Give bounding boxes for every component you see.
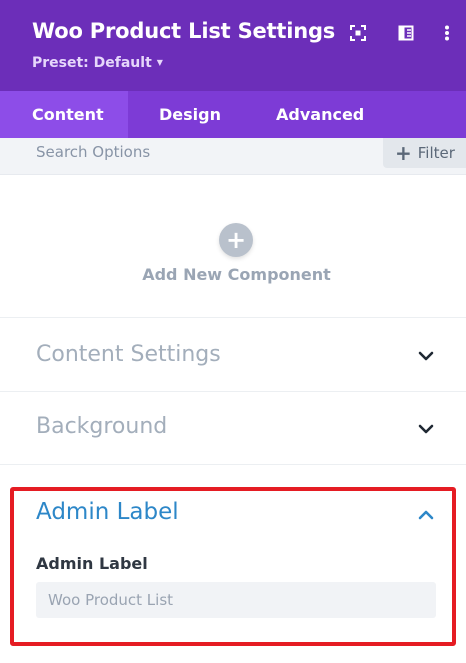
add-component-label[interactable]: Add New Component bbox=[0, 265, 466, 284]
admin-label-input[interactable] bbox=[36, 582, 436, 618]
settings-header: Woo Product List Settings Preset: Defaul… bbox=[0, 0, 466, 91]
add-component-area: + Add New Component bbox=[0, 175, 466, 318]
plus-icon: + bbox=[395, 141, 412, 165]
section-content-settings[interactable]: Content Settings bbox=[0, 319, 466, 392]
caret-down-icon: ▼ bbox=[156, 58, 163, 67]
search-input[interactable] bbox=[0, 138, 370, 166]
filter-button[interactable]: + Filter bbox=[383, 138, 466, 168]
chevron-down-icon bbox=[418, 351, 434, 361]
tab-design[interactable]: Design bbox=[159, 91, 221, 138]
filter-label: Filter bbox=[417, 144, 455, 162]
admin-label-field-label: Admin Label bbox=[36, 554, 148, 573]
preset-dropdown[interactable]: Preset: Default ▼ bbox=[32, 55, 163, 71]
focus-icon[interactable] bbox=[348, 23, 368, 43]
modal-title: Woo Product List Settings bbox=[32, 19, 336, 43]
section-title: Content Settings bbox=[36, 342, 221, 367]
preset-label: Preset: Default bbox=[32, 55, 152, 71]
tab-bar: Content Design Advanced bbox=[0, 91, 466, 138]
section-admin-label: Admin Label Admin Label bbox=[10, 487, 456, 646]
section-title: Background bbox=[36, 414, 168, 439]
chevron-down-icon bbox=[418, 424, 434, 434]
more-vertical-icon[interactable] bbox=[437, 23, 457, 43]
search-bar: + Filter bbox=[0, 138, 466, 175]
tab-content[interactable]: Content bbox=[0, 91, 128, 138]
add-component-button[interactable]: + bbox=[219, 223, 253, 257]
tab-advanced[interactable]: Advanced bbox=[276, 91, 364, 138]
section-title[interactable]: Admin Label bbox=[36, 499, 179, 525]
chevron-up-icon[interactable] bbox=[417, 509, 435, 521]
section-background[interactable]: Background bbox=[0, 392, 466, 465]
sidebar-layout-icon[interactable] bbox=[396, 23, 416, 43]
